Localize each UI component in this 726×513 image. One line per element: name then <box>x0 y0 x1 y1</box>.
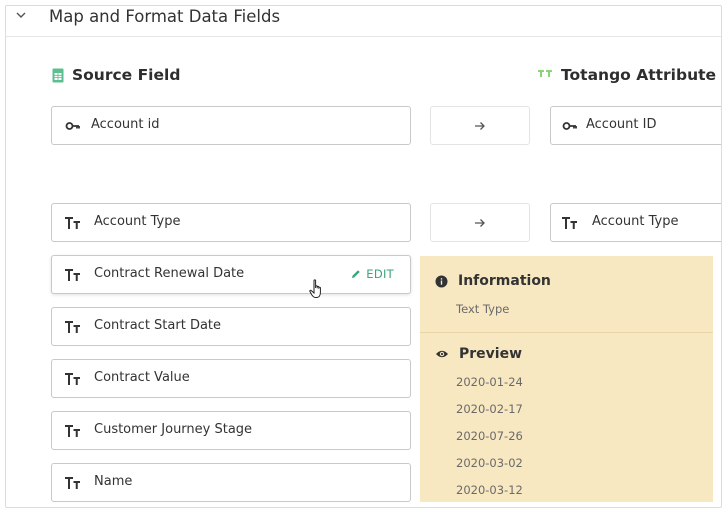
text-type-icon <box>65 373 80 385</box>
text-type-icon <box>65 269 80 281</box>
section-title: Map and Format Data Fields <box>49 7 281 26</box>
target-field-row[interactable]: Account Type <box>550 203 721 242</box>
preview-value: 2020-03-02 <box>456 456 523 470</box>
key-icon <box>65 122 80 130</box>
mapping-arrow <box>430 203 530 242</box>
source-field-row[interactable]: Customer Journey Stage <box>51 411 411 450</box>
source-field-row[interactable]: Contract Renewal Date EDIT <box>51 255 411 294</box>
source-field-label: Contract Start Date <box>94 318 222 333</box>
totango-attribute-header: Totango Attribute <box>537 66 716 84</box>
source-field-label: Name <box>94 474 133 489</box>
information-heading: Information <box>435 273 551 289</box>
arrow-right-icon <box>475 122 485 130</box>
text-type-icon <box>65 477 80 489</box>
source-field-label: Account Type <box>94 214 181 229</box>
field-info-popover: Information Text Type Preview 2020-01-24… <box>420 256 713 502</box>
text-type-icon <box>65 321 80 333</box>
source-field-row[interactable]: Account id <box>51 106 411 145</box>
source-field-header: Source Field <box>52 66 180 84</box>
text-type-icon <box>562 217 577 229</box>
source-field-title: Source Field <box>72 66 181 84</box>
source-field-row[interactable]: Account Type <box>51 203 411 242</box>
target-field-label: Account ID <box>586 117 657 132</box>
map-format-section: Map and Format Data Fields Source Field … <box>5 5 722 508</box>
information-text: Text Type <box>456 302 510 316</box>
mapping-arrow <box>430 106 530 145</box>
eye-icon <box>436 350 448 358</box>
source-field-row[interactable]: Contract Value <box>51 359 411 398</box>
preview-heading: Preview <box>435 346 522 362</box>
edit-button-label: EDIT <box>366 267 394 281</box>
hand-cursor-icon <box>309 279 321 298</box>
arrow-right-icon <box>475 219 485 227</box>
spreadsheet-icon <box>52 68 64 82</box>
text-type-icon <box>65 217 80 229</box>
source-field-label: Account id <box>91 117 160 132</box>
key-icon <box>562 122 577 130</box>
preview-value: 2020-02-17 <box>456 402 523 416</box>
totango-attribute-title: Totango Attribute <box>561 66 717 84</box>
chevron-down-icon[interactable] <box>15 9 27 21</box>
info-icon <box>435 275 448 287</box>
source-field-label: Contract Value <box>94 370 190 385</box>
edit-button[interactable]: EDIT <box>351 267 394 281</box>
target-field-label: Account Type <box>592 214 679 229</box>
pencil-icon <box>352 270 360 278</box>
section-header[interactable]: Map and Format Data Fields <box>6 6 721 37</box>
drag-handle-icon[interactable]: ⋮ <box>719 426 721 438</box>
source-field-row[interactable]: Name <box>51 463 411 502</box>
information-title: Information <box>458 273 551 289</box>
preview-value: 2020-03-12 <box>456 483 523 497</box>
source-field-label: Customer Journey Stage <box>94 422 253 437</box>
source-field-label: Contract Renewal Date <box>94 266 245 281</box>
source-field-row[interactable]: Contract Start Date <box>51 307 411 346</box>
divider <box>420 332 713 333</box>
preview-value: 2020-07-26 <box>456 429 523 443</box>
preview-value: 2020-01-24 <box>456 375 523 389</box>
target-field-row[interactable]: Account ID <box>550 106 721 145</box>
text-type-icon <box>65 425 80 437</box>
totango-logo-icon <box>538 70 552 77</box>
preview-title: Preview <box>459 346 523 362</box>
